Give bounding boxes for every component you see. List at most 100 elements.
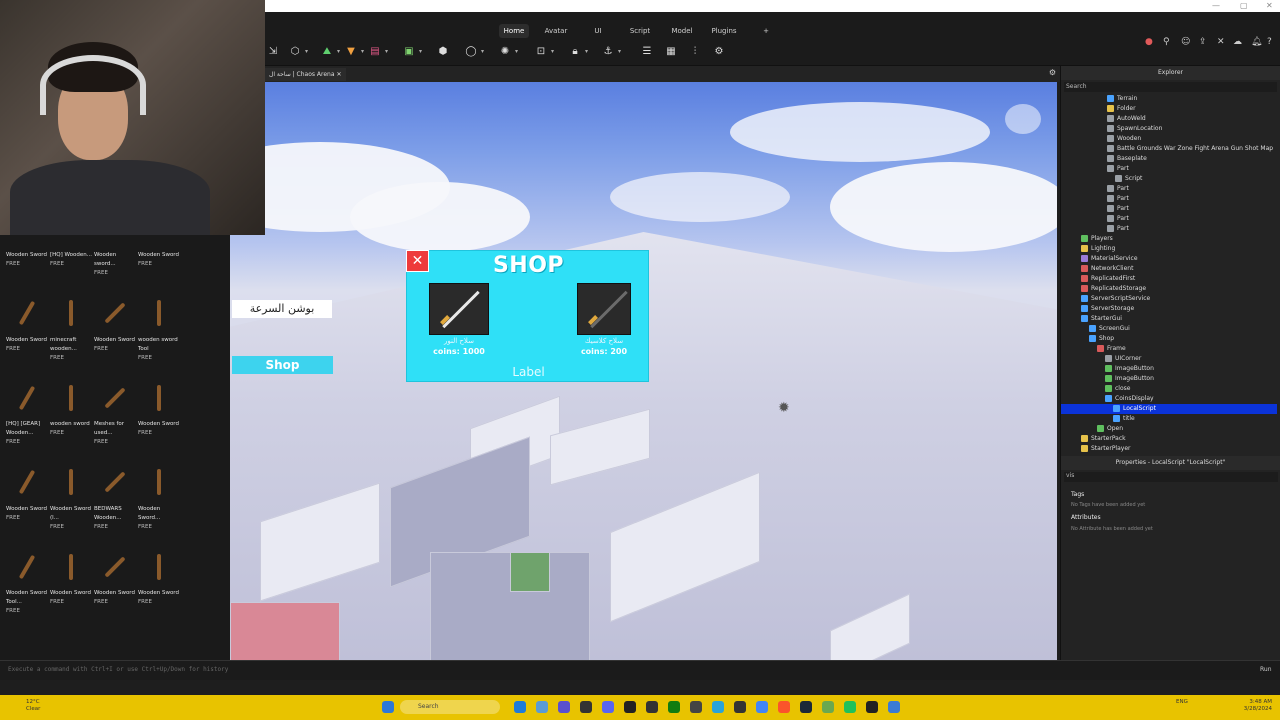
toolbox-item[interactable]: minecraft wooden... FREE: [50, 336, 94, 363]
discord-icon[interactable]: [602, 701, 614, 713]
help-icon[interactable]: ?: [1267, 37, 1272, 47]
tab-plugins[interactable]: Plugins: [709, 24, 739, 38]
explorer-item[interactable]: Part: [1061, 214, 1277, 224]
toolbox-thumbnail[interactable]: [56, 298, 86, 328]
app-icon[interactable]: [888, 701, 900, 713]
explorer-item[interactable]: title: [1061, 414, 1277, 424]
tab-home[interactable]: Home: [499, 24, 529, 38]
toolbox-item[interactable]: Wooden Sword (l... FREE: [50, 505, 94, 532]
app-icon[interactable]: [734, 701, 746, 713]
part-icon[interactable]: ⬡: [289, 46, 301, 58]
close-window-icon[interactable]: ✕: [1266, 1, 1273, 10]
toolbox-item[interactable]: Wooden Sword FREE: [6, 505, 50, 523]
toolbox-item[interactable]: Wooden Sword FREE: [94, 336, 138, 354]
explorer-item[interactable]: Lighting: [1061, 244, 1277, 254]
close-tab-icon[interactable]: ✕: [336, 71, 341, 78]
explorer-item[interactable]: AutoWeld: [1061, 114, 1277, 124]
maximize-icon[interactable]: ▢: [1240, 1, 1248, 10]
select-icon[interactable]: ⊡: [535, 46, 547, 58]
toolbox-thumbnail[interactable]: [12, 552, 42, 582]
open-shop-button[interactable]: Shop: [232, 356, 333, 374]
explorer-item[interactable]: Folder: [1061, 104, 1277, 114]
explorer-item[interactable]: Script: [1061, 174, 1277, 184]
anchor-icon[interactable]: ⚓︎: [602, 46, 614, 58]
viewport-settings-icon[interactable]: ⚙: [1049, 68, 1056, 77]
properties-filter[interactable]: vis: [1064, 472, 1278, 482]
circle-icon[interactable]: ◯: [465, 46, 477, 58]
toolbox-thumbnail[interactable]: [100, 298, 130, 328]
toolbox-item[interactable]: Wooden Sword FREE: [94, 589, 138, 607]
toolbox-thumbnail[interactable]: [144, 298, 174, 328]
toolbox-thumbnail[interactable]: [100, 467, 130, 497]
lock-icon[interactable]: 🔒︎: [569, 46, 581, 58]
record-icon[interactable]: ●: [1145, 37, 1153, 47]
test-icon[interactable]: ⚙: [713, 46, 725, 58]
toolbox-item[interactable]: Wooden sword... FREE: [94, 251, 138, 278]
mesh-icon[interactable]: ⬢: [437, 46, 449, 58]
ui-icon[interactable]: ▤: [369, 46, 381, 58]
toolbox-item[interactable]: BEDWARS Wooden... FREE: [94, 505, 138, 532]
effects-icon[interactable]: ✺: [499, 46, 511, 58]
toolbox-thumbnail[interactable]: [12, 383, 42, 413]
command-bar[interactable]: Execute a command with Ctrl+I or use Ctr…: [0, 660, 1280, 680]
explorer-item[interactable]: ServerStorage: [1061, 304, 1277, 314]
run-button[interactable]: Run: [1260, 666, 1272, 673]
toolbox-thumbnail[interactable]: [12, 467, 42, 497]
explorer-icon[interactable]: [536, 701, 548, 713]
toolbox-item[interactable]: Wooden Sword Tool... FREE: [6, 589, 50, 616]
explorer-item[interactable]: Part: [1061, 164, 1277, 174]
share-icon[interactable]: ⇪: [1199, 37, 1207, 47]
toolbox-thumbnail[interactable]: [56, 467, 86, 497]
people-icon[interactable]: ☺: [1181, 37, 1190, 47]
script-icon[interactable]: ▣: [403, 46, 415, 58]
explorer-item[interactable]: ImageButton: [1061, 364, 1277, 374]
toolbox-thumbnail[interactable]: [12, 298, 42, 328]
toolbox-item[interactable]: Wooden Sword... FREE: [138, 505, 182, 532]
material-icon[interactable]: ▼: [345, 46, 357, 58]
tags-header[interactable]: Tags: [1061, 490, 1084, 500]
toolbox-item[interactable]: Wooden Sword FREE: [6, 251, 50, 269]
toolbox-item[interactable]: [HQ] [GEAR] Wooden... FREE: [6, 420, 50, 447]
roblox-icon[interactable]: [866, 701, 878, 713]
explorer-item[interactable]: StarterPack: [1061, 434, 1277, 444]
toolbox-thumbnail[interactable]: [100, 383, 130, 413]
toolbox-item[interactable]: Wooden Sword FREE: [6, 336, 50, 354]
explorer-item[interactable]: Open: [1061, 424, 1277, 434]
edge-icon[interactable]: [514, 701, 526, 713]
tab-model[interactable]: Model: [669, 24, 695, 38]
explorer-item[interactable]: ReplicatedFirst: [1061, 274, 1277, 284]
scale-tool-icon[interactable]: ⇲: [267, 46, 279, 58]
explorer-item[interactable]: ImageButton: [1061, 374, 1277, 384]
explorer-item[interactable]: NetworkClient: [1061, 264, 1277, 274]
telegram-icon[interactable]: [712, 701, 724, 713]
tools-icon[interactable]: ✕: [1217, 37, 1225, 47]
view-cube[interactable]: [1005, 104, 1041, 134]
explorer-item[interactable]: close: [1061, 384, 1277, 394]
explorer-item[interactable]: Part: [1061, 194, 1277, 204]
toolbox-item[interactable]: wooden sword FREE: [50, 420, 94, 438]
toolbox-thumbnail[interactable]: [100, 552, 130, 582]
explorer-item[interactable]: Part: [1061, 224, 1277, 234]
toolbox-thumbnail[interactable]: [56, 552, 86, 582]
explorer-item[interactable]: Battle Grounds War Zone Fight Arena Gun …: [1061, 144, 1277, 154]
explorer-item[interactable]: Wooden: [1061, 134, 1277, 144]
window-icon[interactable]: ▦: [665, 46, 677, 58]
toolbox-thumbnail[interactable]: [144, 552, 174, 582]
explorer-item[interactable]: Frame: [1061, 344, 1277, 354]
3d-viewport[interactable]: ✹ بوشن السرعة Shop SHOP ✕ سلاح النور coi…: [230, 82, 1057, 660]
explorer-item[interactable]: ServerScriptService: [1061, 294, 1277, 304]
explorer-item[interactable]: StarterGui: [1061, 314, 1277, 324]
command-input[interactable]: Execute a command with Ctrl+I or use Ctr…: [8, 666, 228, 673]
app-icon[interactable]: [646, 701, 658, 713]
minimize-icon[interactable]: —: [1212, 1, 1220, 10]
language-indicator[interactable]: ENG: [1176, 699, 1188, 706]
explorer-item[interactable]: Shop: [1061, 334, 1277, 344]
explorer-item[interactable]: Terrain: [1061, 94, 1277, 104]
tab-ui[interactable]: UI: [589, 24, 607, 38]
explorer-item[interactable]: Players: [1061, 234, 1277, 244]
toolbox-item[interactable]: Wooden Sword FREE: [138, 420, 182, 438]
app-icon[interactable]: [844, 701, 856, 713]
clock[interactable]: 3:48 AM 3/28/2024: [1228, 699, 1272, 713]
toolbox-item[interactable]: Wooden Sword FREE: [138, 251, 182, 269]
explorer-search[interactable]: Search: [1064, 82, 1277, 92]
